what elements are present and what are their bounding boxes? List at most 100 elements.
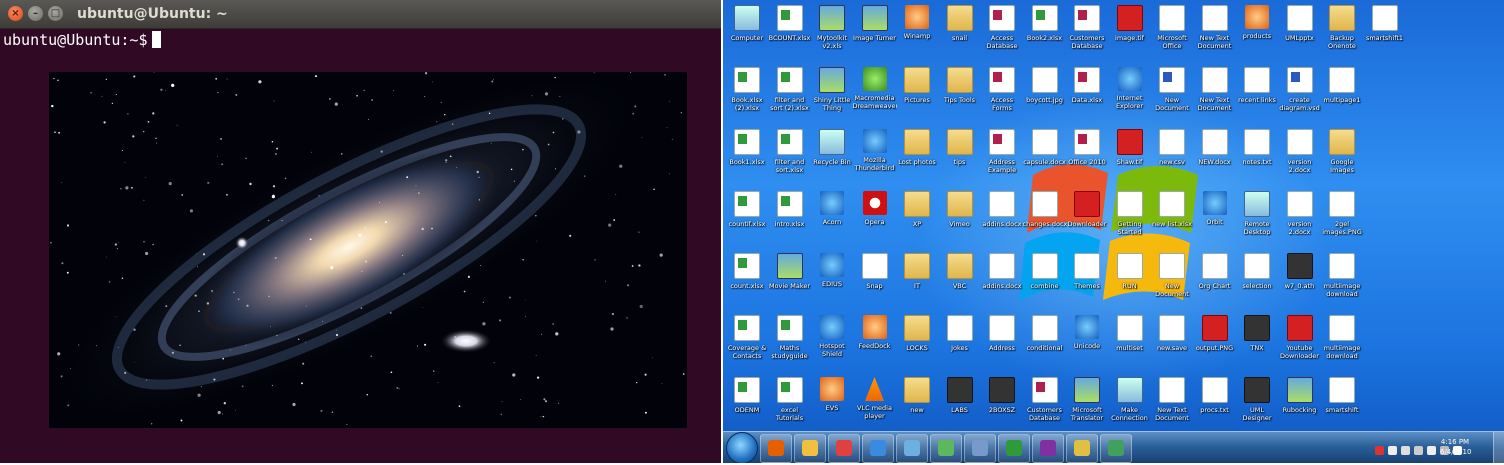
desktop-icon[interactable]: Snap [853, 251, 897, 311]
desktop-icon[interactable]: Mytoolkit v2.xls [810, 3, 854, 63]
desktop-icon[interactable]: Microsoft Office [1150, 3, 1194, 63]
desktop-icon[interactable]: notes.txt [1235, 127, 1279, 187]
desktop-icon[interactable]: New Document [1150, 65, 1194, 125]
desktop-icon[interactable]: Access Forms [980, 65, 1024, 125]
desktop-icon[interactable]: Rubocking [1278, 375, 1322, 435]
taskbar-app-messenger[interactable] [930, 434, 962, 463]
desktop-icon[interactable]: FeedDock [853, 313, 897, 373]
desktop-icon[interactable]: Address Example [980, 127, 1024, 187]
desktop-icon[interactable]: recent links [1235, 65, 1279, 125]
desktop-icon[interactable]: multiimage download [1320, 251, 1364, 311]
desktop-icon[interactable]: products [1235, 3, 1279, 63]
desktop-icon[interactable]: LOCKS [895, 313, 939, 373]
desktop-icon[interactable]: Backup Onenote [1320, 3, 1364, 63]
desktop-icon[interactable]: version 2.docx [1278, 189, 1322, 249]
desktop-icon[interactable]: Book1.xlsx [725, 127, 769, 187]
desktop-icon[interactable]: Recycle Bin [810, 127, 854, 187]
taskbar-app-ie[interactable] [862, 434, 894, 463]
show-desktop-button[interactable] [1493, 432, 1504, 463]
start-button[interactable] [726, 432, 758, 463]
desktop-icon[interactable]: Maths studyguide [768, 313, 812, 373]
desktop-icon[interactable]: EVS [810, 375, 854, 435]
desktop-icon[interactable]: Book2.xlsx [1023, 3, 1067, 63]
terminal-titlebar[interactable]: × – □ ubuntu@Ubuntu: ~ [0, 0, 721, 29]
desktop-icon[interactable]: filter and sort.xlsx [768, 127, 812, 187]
desktop-icon[interactable]: Customers Database [1023, 375, 1067, 435]
desktop-icon[interactable]: Office 2010 [1065, 127, 1109, 187]
desktop-icon[interactable]: Jokes [938, 313, 982, 373]
desktop-icon[interactable]: Acorn [810, 189, 854, 249]
taskbar-app-word[interactable] [1066, 434, 1098, 463]
desktop-icon[interactable]: VBC [938, 251, 982, 311]
desktop-icon[interactable]: XP [895, 189, 939, 249]
desktop-icon[interactable]: Customers Database [1065, 3, 1109, 63]
desktop-icon[interactable]: conditional [1023, 313, 1067, 373]
desktop-icon[interactable]: Computer [725, 3, 769, 63]
desktop-icon[interactable]: NEW.docx [1193, 127, 1237, 187]
desktop-icon[interactable]: Opera [853, 189, 897, 249]
desktop-icon[interactable]: addins.docx [980, 251, 1024, 311]
desktop-icon[interactable]: ODENM [725, 375, 769, 435]
desktop-icon[interactable]: excel Tutorials [768, 375, 812, 435]
desktop-icon[interactable]: New Text Document [1193, 65, 1237, 125]
desktop-icon[interactable]: 2BOXSZ [980, 375, 1024, 435]
taskbar-app-app[interactable] [1100, 434, 1132, 463]
desktop-icon[interactable]: Shaw.tif [1108, 127, 1152, 187]
desktop-icon[interactable]: Themes [1065, 251, 1109, 311]
desktop-icon[interactable]: Coverage & Contacts [725, 313, 769, 373]
desktop-icon[interactable]: procs.txt [1193, 375, 1237, 435]
desktop-icon[interactable]: EDIUS [810, 251, 854, 311]
desktop-icon[interactable]: New Text Document [1150, 375, 1194, 435]
desktop-icon[interactable]: VLC media player [853, 375, 897, 435]
taskbar-app-excel[interactable] [998, 434, 1030, 463]
taskbar-app-network[interactable] [964, 434, 996, 463]
desktop-icon[interactable]: UML Designer [1235, 375, 1279, 435]
desktop-icon[interactable]: Image Turner [853, 3, 897, 63]
desktop-icon[interactable]: snail [938, 3, 982, 63]
desktop-icon[interactable]: Google Images [1320, 127, 1364, 187]
desktop-icon[interactable]: new.save [1150, 313, 1194, 373]
desktop-icon[interactable]: intro.xlsx [768, 189, 812, 249]
minimize-button[interactable]: – [28, 6, 43, 21]
desktop-icon[interactable]: count.xlsx [725, 251, 769, 311]
windows-desktop[interactable]: Computer BCOUNT.xlsx Mytoolkit v2.xls Image… [723, 0, 1504, 463]
desktop-icon[interactable]: Internet Explorer [1108, 65, 1152, 125]
desktop-icon[interactable]: Remote Desktop [1235, 189, 1279, 249]
desktop-icon[interactable]: Book.xlsx (2).xlsx [725, 65, 769, 125]
desktop-icon[interactable]: Movie Maker [768, 251, 812, 311]
desktop-icon[interactable]: create diagram.vsd [1278, 65, 1322, 125]
desktop-icon[interactable]: IT [895, 251, 939, 311]
desktop-icon[interactable]: Downloader [1065, 189, 1109, 249]
desktop-icon[interactable]: Org Chart [1193, 251, 1237, 311]
desktop-icon[interactable]: Microsoft Translator [1065, 375, 1109, 435]
desktop-icon[interactable]: multiimage download [1320, 313, 1364, 373]
desktop-icon[interactable]: boycott.jpg [1023, 65, 1067, 125]
desktop-icon[interactable]: Shiny Little Thing [810, 65, 854, 125]
taskbar-app-paint[interactable] [828, 434, 860, 463]
desktop-icon[interactable]: Unicode [1065, 313, 1109, 373]
desktop-icon[interactable]: Orbit [1193, 189, 1237, 249]
taskbar-app-explorer[interactable] [794, 434, 826, 463]
desktop-icon[interactable]: Lost photos [895, 127, 939, 187]
maximize-button[interactable]: □ [48, 6, 63, 21]
desktop-icon[interactable]: new [895, 375, 939, 435]
desktop-icon[interactable]: tips [938, 127, 982, 187]
desktop-icon[interactable]: version 2.docx [1278, 127, 1322, 187]
desktop-icon[interactable]: selection [1235, 251, 1279, 311]
desktop-icon[interactable]: Data.xlsx [1065, 65, 1109, 125]
desktop-icon[interactable]: changes.docx [1023, 189, 1067, 249]
desktop-icon[interactable]: 2gel images.PNG [1320, 189, 1364, 249]
desktop-icon[interactable]: multipage1 [1320, 65, 1364, 125]
desktop-icon[interactable]: Make Connection [1108, 375, 1152, 435]
desktop-icon[interactable]: countif.xlsx [725, 189, 769, 249]
desktop-icon[interactable]: smartshift1 [1363, 3, 1407, 63]
taskbar-app-firefox[interactable] [760, 434, 792, 463]
close-button[interactable]: × [8, 6, 23, 21]
desktop-icon[interactable]: RUN [1108, 251, 1152, 311]
desktop-icon[interactable]: Access Database [980, 3, 1024, 63]
desktop-icon[interactable]: Macromedia Dreamweaver [853, 65, 897, 125]
desktop-icon[interactable]: smartshift [1320, 375, 1364, 435]
desktop-icon[interactable]: New Text Document [1193, 3, 1237, 63]
desktop-icon[interactable]: image.tif [1108, 3, 1152, 63]
desktop-icon[interactable]: Tips Tools [938, 65, 982, 125]
